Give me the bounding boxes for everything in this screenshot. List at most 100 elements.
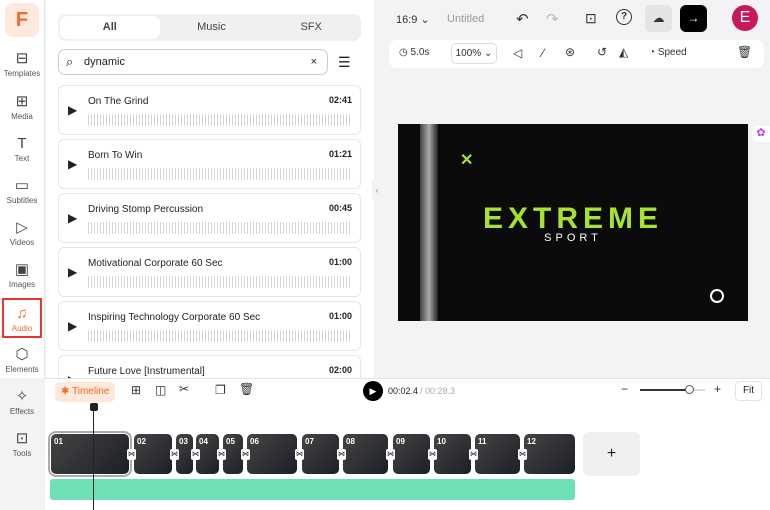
rotate-icon[interactable]: ↺ — [597, 45, 607, 59]
play-icon[interactable]: ▶ — [68, 265, 77, 279]
transition-icon[interactable]: ⋈ — [518, 449, 527, 460]
flip-icon[interactable]: ◭ — [619, 45, 628, 59]
timeline-clip[interactable]: 02 — [134, 434, 172, 474]
sidebar-item-label: Media — [11, 112, 33, 121]
audio-track-item[interactable]: ▶ On The Grind 02:41 — [58, 85, 361, 135]
timeline-clip[interactable]: 10 — [434, 434, 471, 474]
transition-icon[interactable]: ⋈ — [428, 449, 437, 460]
transition-icon[interactable]: ⋈ — [241, 449, 250, 460]
preview-subtitle: SPORT — [544, 232, 602, 244]
project-title[interactable]: Untitled — [447, 13, 484, 25]
sidebar-item-images[interactable]: ▣ Images — [2, 256, 42, 296]
collapse-panel-handle[interactable]: ‹ — [372, 178, 382, 202]
scissors-icon[interactable]: ✂ — [179, 382, 189, 396]
track-duration: 01:00 — [328, 257, 352, 267]
video-preview[interactable]: EXTREME SPORT ✕ — [398, 124, 748, 321]
aspect-ratio-select[interactable]: 16:9 ⌄ — [396, 13, 430, 26]
delete-icon[interactable]: 🗑 — [737, 45, 752, 59]
transition-icon[interactable]: ⋈ — [191, 449, 200, 460]
filter-icon[interactable]: ☰ — [338, 54, 351, 71]
timeline-label[interactable]: ✱ Timeline — [55, 382, 116, 402]
sidebar-item-videos[interactable]: ▷ Videos — [2, 214, 42, 254]
clip-number: 01 — [54, 437, 63, 446]
transition-icon[interactable]: ⋈ — [127, 449, 136, 460]
tab-sfx[interactable]: SFX — [261, 14, 361, 41]
clip-number: 04 — [199, 437, 208, 446]
playhead-handle[interactable] — [90, 403, 98, 411]
track-name: Motivational Corporate 60 Sec — [88, 258, 223, 269]
transition-icon[interactable]: ⋈ — [337, 449, 346, 460]
timeline-clip[interactable]: 07 — [302, 434, 339, 474]
track-waveform — [88, 168, 350, 180]
duplicate-icon[interactable]: ❐ — [215, 383, 226, 397]
add-clip-button[interactable]: + — [583, 432, 640, 476]
play-icon[interactable]: ▶ — [68, 103, 77, 117]
audio-track-item[interactable]: ▶ Inspiring Technology Corporate 60 Sec 01… — [58, 301, 361, 351]
audio-track-item[interactable]: ▶ Born To Win 01:21 — [58, 139, 361, 189]
images-icon: ▣ — [14, 261, 30, 278]
transition-icon[interactable]: ⋈ — [217, 449, 226, 460]
zoom-in-icon[interactable]: + — [714, 382, 721, 396]
sidebar-item-templates[interactable]: ⊟ Templates — [2, 45, 42, 85]
play-button[interactable]: ▶ — [363, 381, 383, 401]
zoom-select[interactable]: 100% ⌄ — [451, 43, 497, 64]
clear-search-icon[interactable]: × — [311, 50, 317, 74]
fit-button[interactable]: Fit — [735, 381, 762, 401]
volume-icon[interactable]: ◁ — [513, 46, 522, 60]
transition-icon[interactable]: ⋈ — [386, 449, 395, 460]
sidebar-item-effects[interactable]: ✧ Effects — [2, 383, 42, 423]
export-button[interactable]: → — [680, 5, 707, 32]
timeline-clip[interactable]: 08 — [343, 434, 388, 474]
tab-all[interactable]: All — [60, 16, 160, 39]
sidebar-item-media[interactable]: ⊞ Media — [2, 88, 42, 128]
timeline-clip[interactable]: 09 — [393, 434, 430, 474]
help-icon[interactable]: ? — [616, 9, 632, 25]
avatar[interactable]: E — [732, 5, 758, 31]
redo-icon[interactable]: ↷ — [546, 10, 559, 28]
timeline-clip[interactable]: 12 — [524, 434, 575, 474]
speed-button[interactable]: ◔ Speed — [649, 47, 687, 58]
sidebar-item-subtitles[interactable]: ▭ Subtitles — [2, 172, 42, 212]
current-time: 00:02.4 — [388, 386, 419, 396]
delete-clip-icon[interactable]: 🗑 — [239, 382, 254, 396]
audio-track-item[interactable]: ▶ Motivational Corporate 60 Sec 01:00 — [58, 247, 361, 297]
sidebar-item-label: Effects — [9, 407, 35, 416]
subtitles-icon: ▭ — [14, 177, 30, 194]
track-name: Born To Win — [88, 150, 143, 161]
add-icon[interactable]: ⊞ — [131, 383, 141, 397]
timeline-clip[interactable]: 05 — [223, 434, 243, 474]
duration-button[interactable]: ◷ 5.0s — [399, 47, 429, 58]
tab-music[interactable]: Music — [162, 14, 262, 41]
timeline-clip[interactable]: 01 — [48, 431, 132, 477]
track-duration: 01:21 — [328, 149, 352, 159]
audio-track-item[interactable]: ▶ Driving Stomp Percussion 00:45 — [58, 193, 361, 243]
zoom-slider[interactable] — [640, 385, 705, 394]
audio-icon: ♫ — [16, 305, 28, 322]
undo-icon[interactable]: ↶ — [516, 10, 529, 28]
playhead[interactable] — [93, 410, 94, 510]
search-icon: ⌕ — [66, 54, 74, 69]
sidebar-item-tools[interactable]: ⊡ Tools — [2, 425, 42, 465]
timeline-clip[interactable]: 11 — [475, 434, 520, 474]
magic-wand-icon[interactable]: ⁄ — [542, 46, 544, 60]
sidebar-item-audio[interactable]: ♫ Audio — [2, 298, 42, 338]
transition-icon[interactable]: ⋈ — [469, 449, 478, 460]
cloud-save-icon[interactable]: ☁ — [645, 5, 672, 32]
track-duration: 02:00 — [328, 365, 352, 375]
track-name: Driving Stomp Percussion — [88, 204, 204, 215]
timeline-clip[interactable]: 06 — [247, 434, 297, 474]
sidebar-item-text[interactable]: T Text — [2, 130, 42, 170]
filters-icon[interactable]: ⊛ — [565, 45, 575, 59]
split-icon[interactable]: ◫ — [155, 383, 166, 397]
play-icon[interactable]: ▶ — [68, 319, 77, 333]
sidebar-item-elements[interactable]: ⬡ Elements — [2, 341, 42, 381]
ai-assistant-icon[interactable]: ✿ — [752, 126, 770, 142]
preview-record-icon[interactable]: ⊡ — [585, 10, 597, 27]
search-input[interactable]: ⌕ dynamic × — [58, 49, 328, 75]
transition-icon[interactable]: ⋈ — [170, 449, 179, 460]
zoom-out-icon[interactable]: − — [621, 382, 628, 396]
transition-icon[interactable]: ⋈ — [295, 449, 304, 460]
audio-track-waveform[interactable] — [50, 479, 575, 500]
play-icon[interactable]: ▶ — [68, 157, 77, 171]
play-icon[interactable]: ▶ — [68, 211, 77, 225]
